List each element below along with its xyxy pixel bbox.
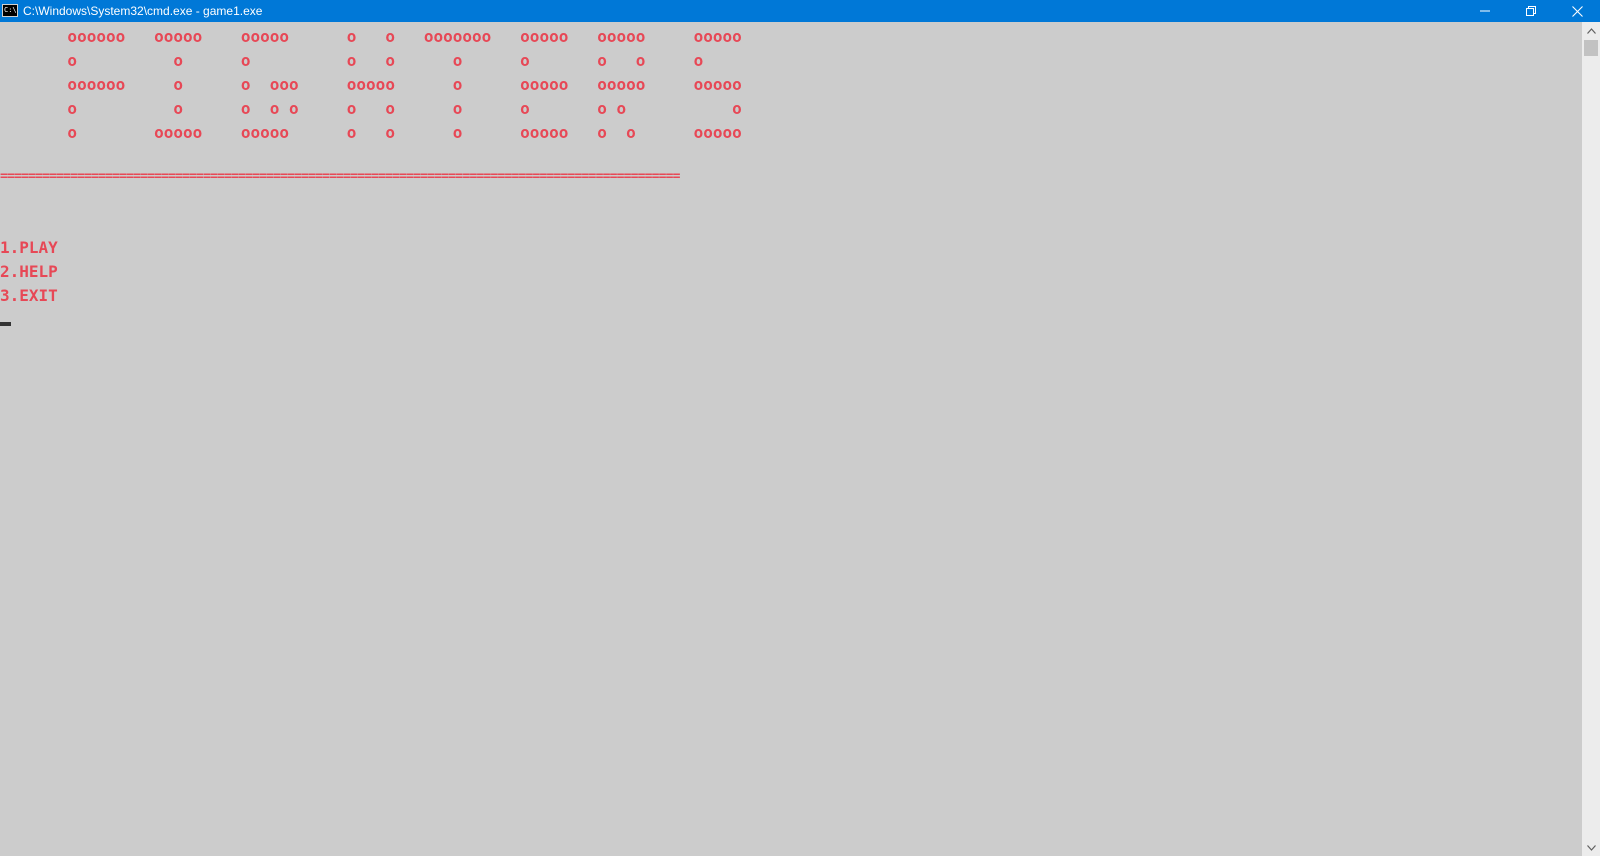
minimize-icon <box>1480 10 1490 12</box>
title-art-line: o o o o o o o o o o <box>0 51 704 70</box>
chevron-down-icon <box>1586 844 1596 851</box>
scroll-thumb[interactable] <box>1584 40 1598 56</box>
menu-item-exit: 3.EXIT <box>0 286 58 305</box>
title-art-line: o ooooo ooooo o o o ooooo o o ooooo <box>0 123 742 142</box>
scroll-down-button[interactable] <box>1582 839 1600 856</box>
close-button[interactable] <box>1554 0 1600 22</box>
title-art-line: oooooo ooooo ooooo o o ooooooo ooooo ooo… <box>0 27 742 46</box>
minimize-button[interactable] <box>1462 0 1508 22</box>
scroll-up-button[interactable] <box>1582 22 1600 39</box>
window-title: C:\Windows\System32\cmd.exe - game1.exe <box>23 4 263 18</box>
separator-line: ========================================… <box>0 169 680 184</box>
title-art-line: o o o o o o o o o o o o <box>0 99 742 118</box>
console-window: C:\. C:\Windows\System32\cmd.exe - game1… <box>0 0 1600 856</box>
console-output[interactable]: oooooo ooooo ooooo o o ooooooo ooooo ooo… <box>0 22 1582 856</box>
chevron-up-icon <box>1586 27 1596 34</box>
menu-item-help: 2.HELP <box>0 262 58 281</box>
text-cursor <box>0 322 11 326</box>
restore-button[interactable] <box>1508 0 1554 22</box>
vertical-scrollbar[interactable] <box>1582 22 1600 856</box>
restore-icon <box>1526 6 1536 16</box>
title-art-line: oooooo o o ooo ooooo o ooooo ooooo ooooo <box>0 75 742 94</box>
title-bar[interactable]: C:\. C:\Windows\System32\cmd.exe - game1… <box>0 0 1600 22</box>
close-icon <box>1571 5 1583 17</box>
menu-item-play: 1.PLAY <box>0 238 58 257</box>
cmd-icon[interactable]: C:\. <box>2 4 18 17</box>
